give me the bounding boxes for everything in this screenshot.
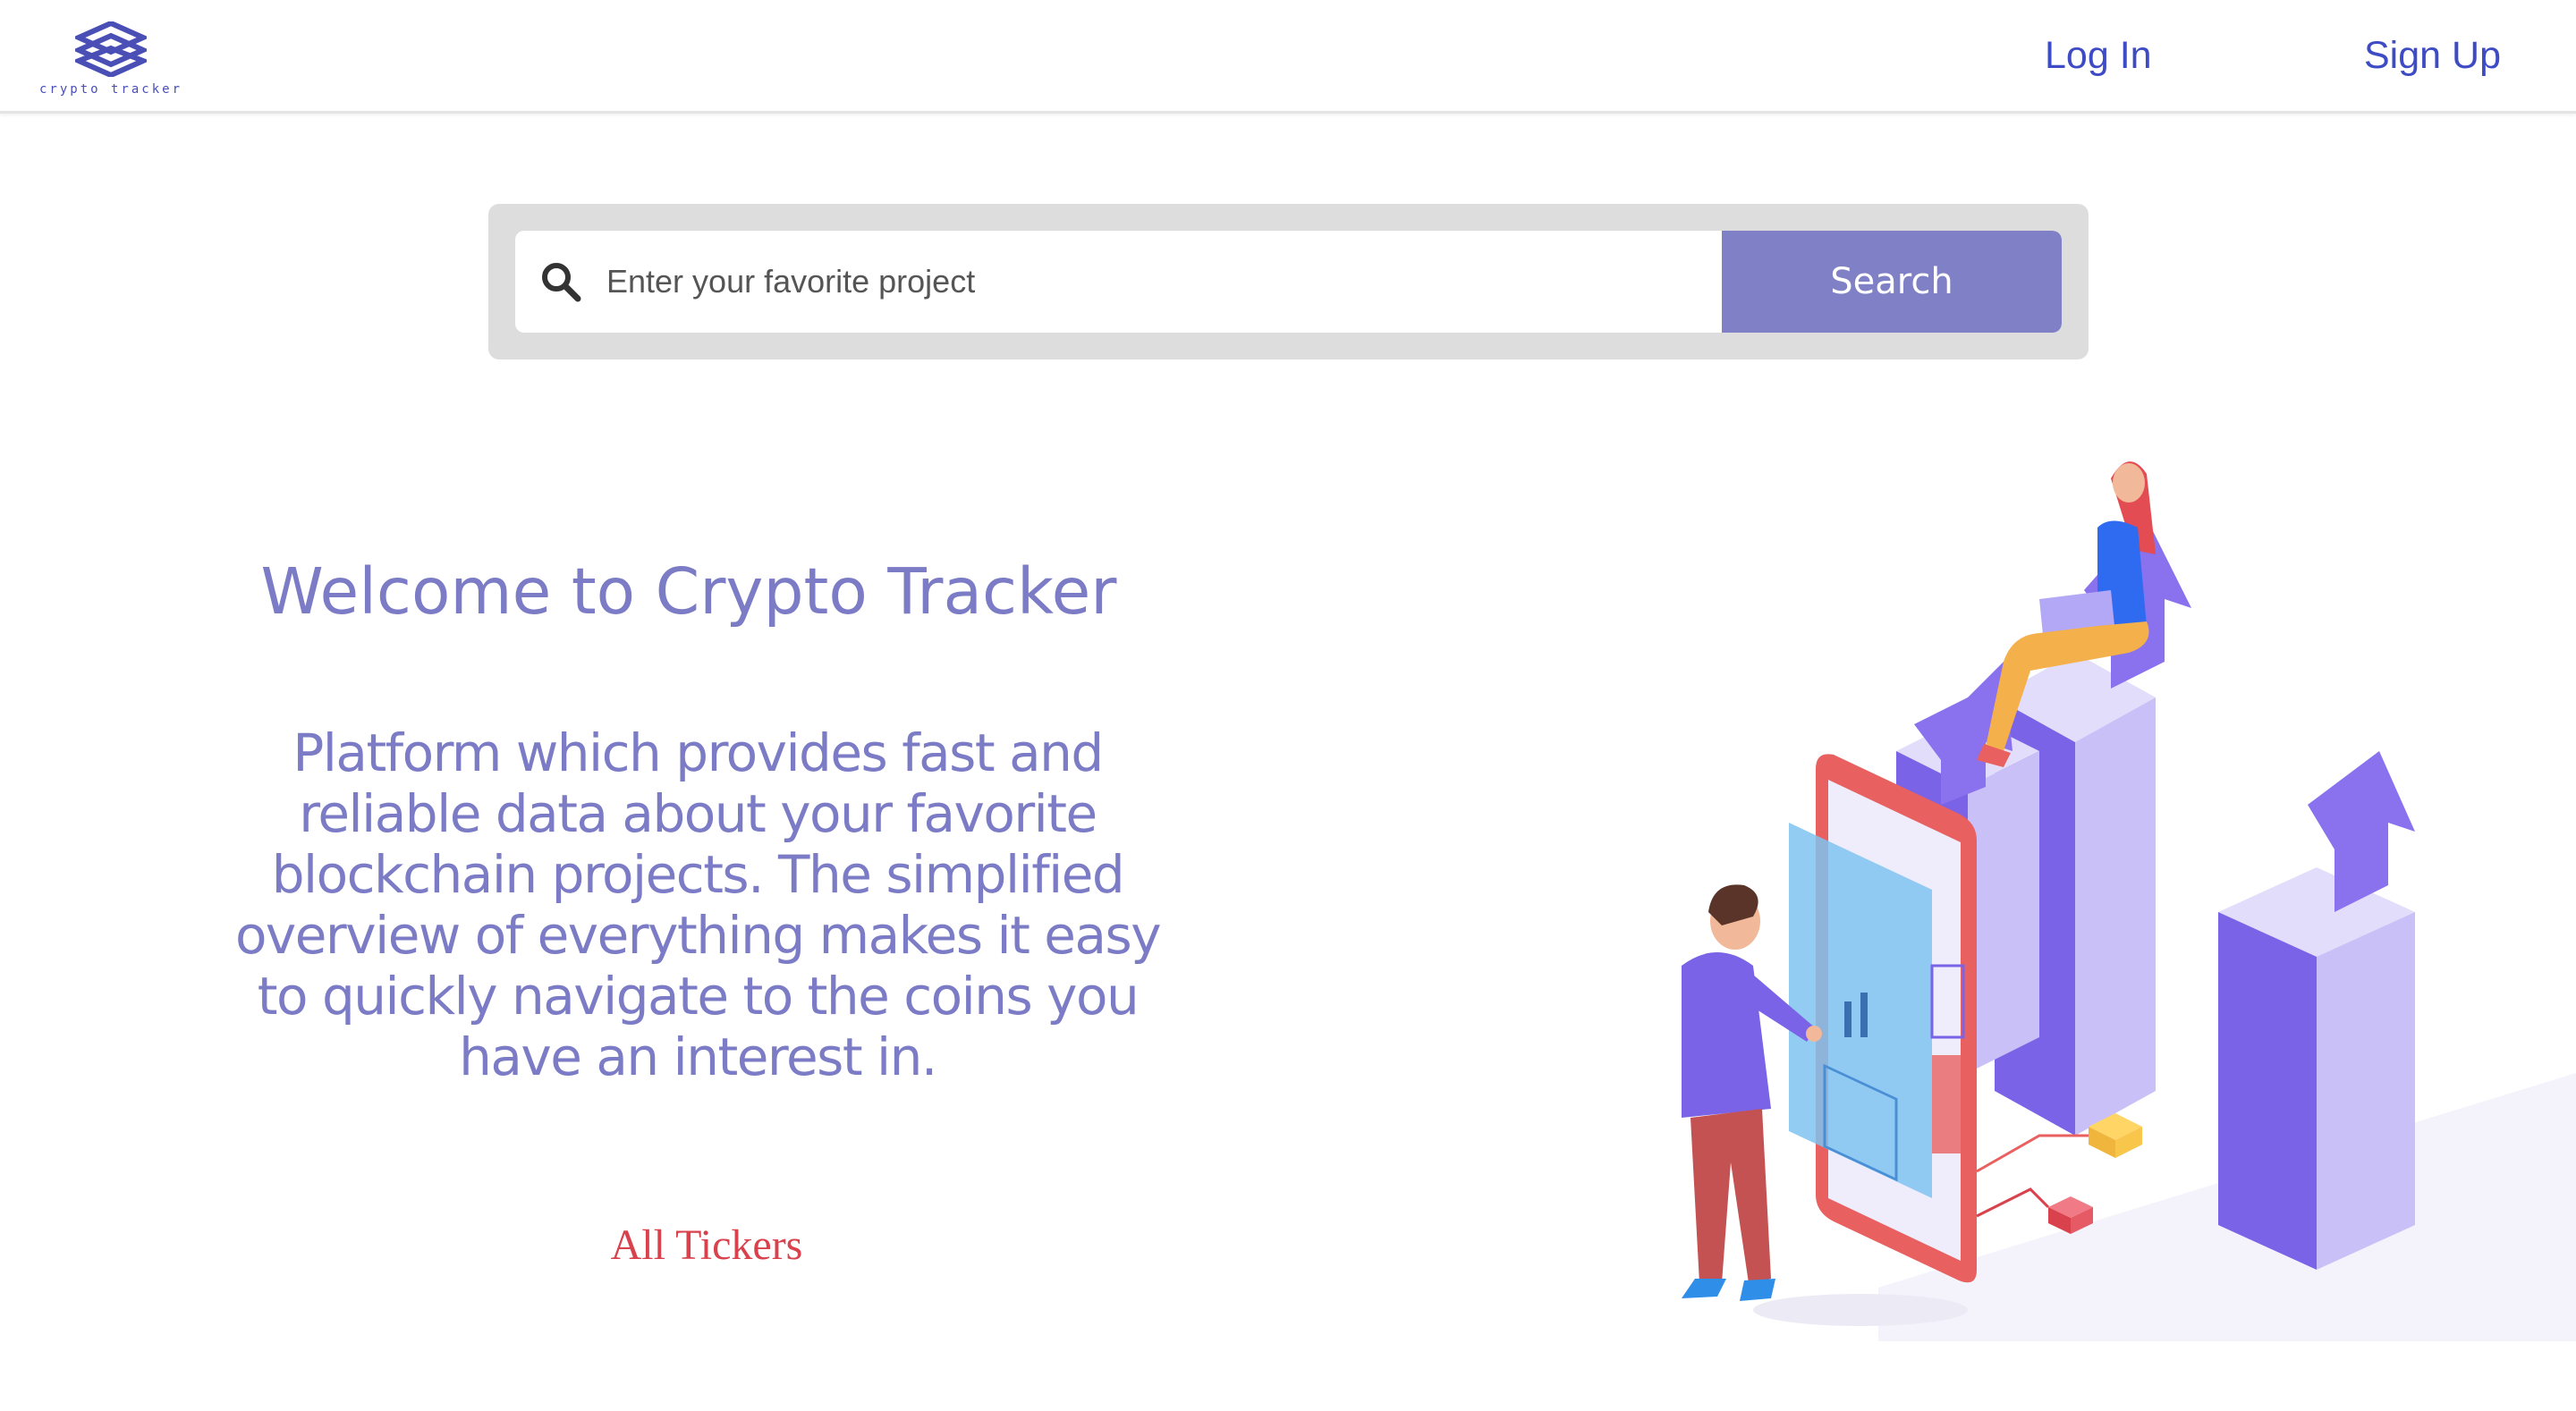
search-container: Search	[488, 204, 2089, 359]
logo-cube-icon	[75, 21, 147, 77]
crypto-tracker-logo[interactable]: crypto tracker	[39, 21, 182, 102]
search-icon	[542, 263, 581, 302]
search-bar: Search	[515, 231, 2062, 333]
all-tickers-link[interactable]: All Tickers	[528, 1221, 886, 1270]
person-shadow	[1753, 1294, 1968, 1326]
bar-chart-column-right	[2218, 867, 2415, 1270]
hero-description: Platform which provides fast and reliabl…	[234, 722, 1162, 1087]
hero-illustration	[1682, 461, 2576, 1341]
search-input[interactable]	[605, 231, 1714, 333]
signup-link[interactable]: Sign Up	[2364, 34, 2501, 78]
login-link[interactable]: Log In	[2045, 34, 2152, 78]
page-title: Welcome to Crypto Tracker	[260, 554, 1117, 629]
site-header: crypto tracker Log In Sign Up	[0, 0, 2576, 114]
logo-text: crypto tracker	[39, 82, 183, 97]
smartphone-illustration	[1789, 754, 1977, 1283]
search-button[interactable]: Search	[1722, 231, 2062, 333]
